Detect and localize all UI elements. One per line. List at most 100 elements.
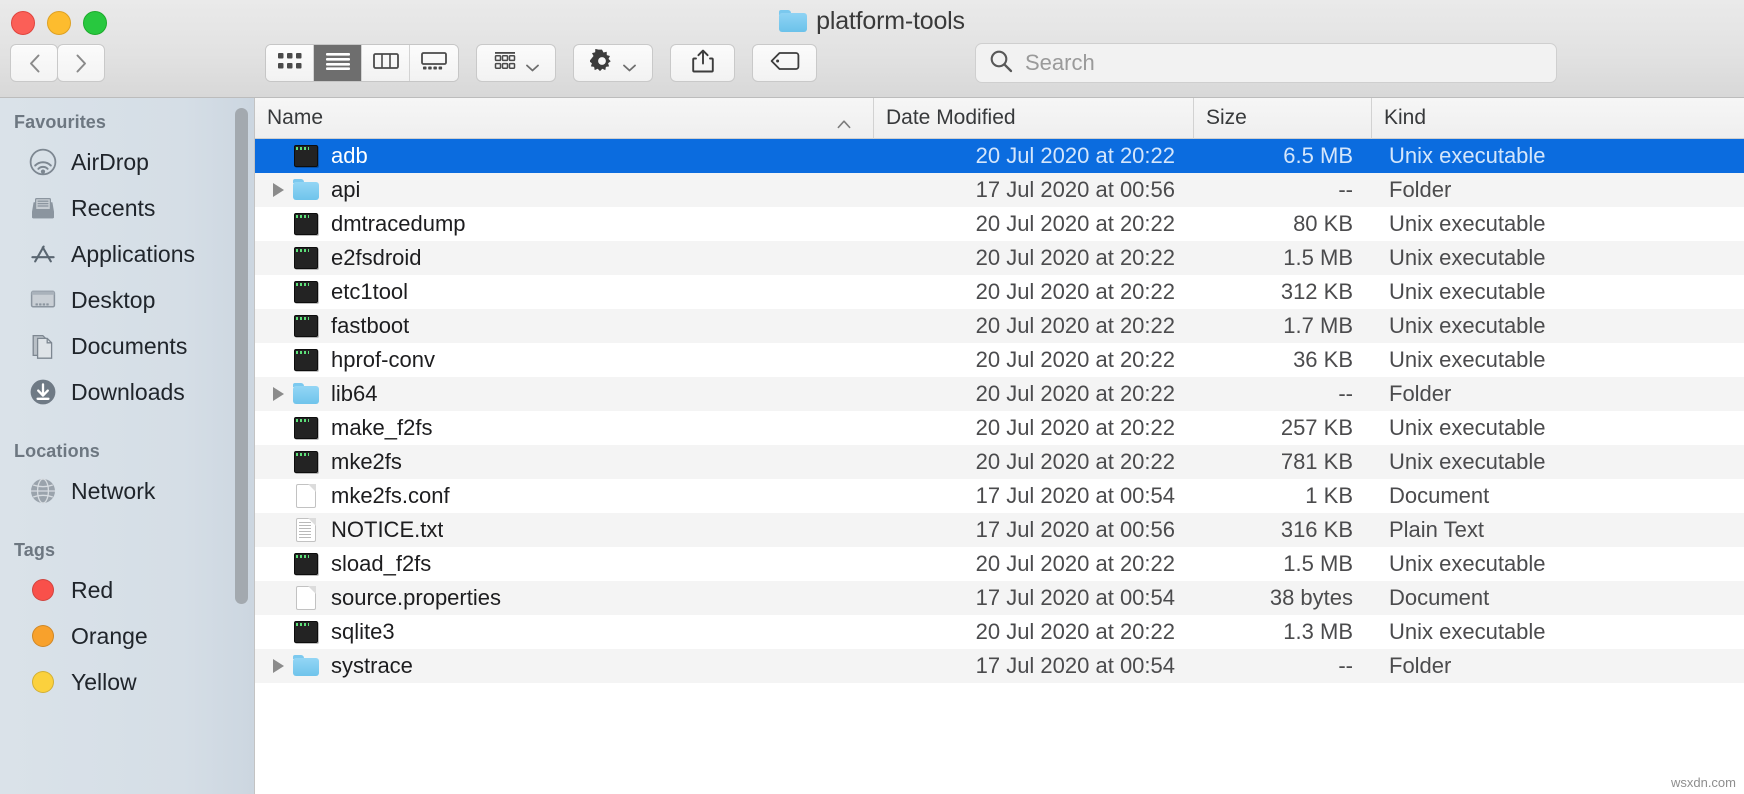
sidebar-item-desktop[interactable]: Desktop [0, 277, 254, 323]
forward-button[interactable] [57, 44, 105, 82]
file-date-cell: 20 Jul 2020 at 20:22 [873, 143, 1193, 169]
file-name: source.properties [331, 585, 501, 611]
table-row[interactable]: fastboot20 Jul 2020 at 20:221.7 MBUnix e… [255, 309, 1744, 343]
column-view-button[interactable] [362, 45, 410, 81]
sidebar-item-downloads[interactable]: Downloads [0, 369, 254, 415]
column-header-name[interactable]: Name [255, 98, 873, 139]
table-row[interactable]: NOTICE.txt17 Jul 2020 at 00:56316 KBPlai… [255, 513, 1744, 547]
file-name-cell[interactable]: mke2fs [255, 449, 873, 475]
file-name: hprof-conv [331, 347, 435, 373]
file-name-cell[interactable]: lib64 [255, 381, 873, 407]
file-kind-cell: Unix executable [1371, 619, 1744, 645]
table-row[interactable]: etc1tool20 Jul 2020 at 20:22312 KBUnix e… [255, 275, 1744, 309]
disclosure-triangle-icon[interactable] [263, 387, 293, 401]
grid-icon [277, 52, 303, 75]
table-row[interactable]: source.properties17 Jul 2020 at 00:5438 … [255, 581, 1744, 615]
file-date-cell: 20 Jul 2020 at 20:22 [873, 279, 1193, 305]
table-row[interactable]: mke2fs.conf17 Jul 2020 at 00:541 KBDocum… [255, 479, 1744, 513]
share-button[interactable] [670, 44, 735, 82]
sidebar-item-tag-yellow[interactable]: Yellow [0, 659, 254, 705]
table-row[interactable]: api17 Jul 2020 at 00:56--Folder [255, 173, 1744, 207]
file-name-cell[interactable]: NOTICE.txt [255, 517, 873, 543]
unix-executable-icon [293, 212, 319, 236]
table-row[interactable]: adb20 Jul 2020 at 20:226.5 MBUnix execut… [255, 139, 1744, 173]
unix-executable-icon [293, 280, 319, 304]
search-input[interactable]: Search [975, 43, 1557, 83]
caret-up-icon [837, 111, 851, 121]
sidebar-item-label: Recents [71, 195, 155, 222]
window-toolbar: platform-tools [0, 0, 1744, 98]
file-name-cell[interactable]: hprof-conv [255, 347, 873, 373]
file-name-cell[interactable]: make_f2fs [255, 415, 873, 441]
table-row[interactable]: dmtracedump20 Jul 2020 at 20:2280 KBUnix… [255, 207, 1744, 241]
tag-button[interactable] [752, 44, 817, 82]
file-name-cell[interactable]: adb [255, 143, 873, 169]
back-button[interactable] [10, 44, 58, 82]
network-icon [29, 477, 57, 505]
sidebar-item-recents[interactable]: Recents [0, 185, 254, 231]
search-placeholder: Search [1025, 50, 1095, 76]
sidebar-item-label: Yellow [71, 669, 137, 696]
column-header-size[interactable]: Size [1193, 98, 1371, 139]
table-row[interactable]: make_f2fs20 Jul 2020 at 20:22257 KBUnix … [255, 411, 1744, 445]
file-kind-cell: Unix executable [1371, 313, 1744, 339]
watermark: wsxdn.com [1671, 775, 1736, 790]
icon-view-button[interactable] [266, 45, 314, 81]
file-name-cell[interactable]: mke2fs.conf [255, 483, 873, 509]
tag-dot-icon [29, 622, 57, 650]
table-row[interactable]: hprof-conv20 Jul 2020 at 20:2236 KBUnix … [255, 343, 1744, 377]
unix-executable-icon [293, 620, 319, 644]
file-kind-cell: Unix executable [1371, 551, 1744, 577]
view-mode-segmented-control[interactable] [265, 44, 459, 82]
file-name-cell[interactable]: e2fsdroid [255, 245, 873, 271]
unix-executable-icon [293, 552, 319, 576]
file-name-cell[interactable]: sqlite3 [255, 619, 873, 645]
file-name-cell[interactable]: fastboot [255, 313, 873, 339]
table-row[interactable]: sqlite320 Jul 2020 at 20:221.3 MBUnix ex… [255, 615, 1744, 649]
file-name-cell[interactable]: sload_f2fs [255, 551, 873, 577]
table-row[interactable]: mke2fs20 Jul 2020 at 20:22781 KBUnix exe… [255, 445, 1744, 479]
sidebar-item-label: Applications [71, 241, 195, 268]
gallery-view-button[interactable] [410, 45, 458, 81]
file-date-cell: 17 Jul 2020 at 00:54 [873, 483, 1193, 509]
chevron-right-icon [76, 54, 87, 73]
file-kind-cell: Document [1371, 483, 1744, 509]
table-row[interactable]: e2fsdroid20 Jul 2020 at 20:221.5 MBUnix … [255, 241, 1744, 275]
sidebar-item-documents[interactable]: Documents [0, 323, 254, 369]
file-date-cell: 20 Jul 2020 at 20:22 [873, 415, 1193, 441]
sidebar-scrollbar[interactable] [235, 108, 248, 604]
gear-icon [590, 49, 614, 78]
file-name-cell[interactable]: api [255, 177, 873, 203]
action-menu-button[interactable] [573, 44, 653, 82]
file-name-cell[interactable]: systrace [255, 653, 873, 679]
group-by-button[interactable] [476, 44, 556, 82]
file-kind-cell: Folder [1371, 653, 1744, 679]
disclosure-triangle-icon[interactable] [263, 659, 293, 673]
file-size-cell: 1.7 MB [1193, 313, 1371, 339]
unix-executable-icon [293, 348, 319, 372]
file-name-cell[interactable]: dmtracedump [255, 211, 873, 237]
disclosure-triangle-icon[interactable] [263, 183, 293, 197]
file-name-cell[interactable]: etc1tool [255, 279, 873, 305]
table-row[interactable]: lib6420 Jul 2020 at 20:22--Folder [255, 377, 1744, 411]
file-date-cell: 20 Jul 2020 at 20:22 [873, 211, 1193, 237]
tag-dot-icon [29, 576, 57, 604]
list-view-button[interactable] [314, 45, 362, 81]
file-size-cell: 38 bytes [1193, 585, 1371, 611]
table-row[interactable]: sload_f2fs20 Jul 2020 at 20:221.5 MBUnix… [255, 547, 1744, 581]
file-size-cell: -- [1193, 177, 1371, 203]
file-name: adb [331, 143, 368, 169]
sidebar-item-tag-red[interactable]: Red [0, 567, 254, 613]
column-header-date-modified[interactable]: Date Modified [873, 98, 1193, 139]
sidebar-item-airdrop[interactable]: AirDrop [0, 139, 254, 185]
sidebar-item-tag-orange[interactable]: Orange [0, 613, 254, 659]
file-kind-cell: Unix executable [1371, 245, 1744, 271]
table-row[interactable]: systrace17 Jul 2020 at 00:54--Folder [255, 649, 1744, 683]
file-name-cell[interactable]: source.properties [255, 585, 873, 611]
file-size-cell: 80 KB [1193, 211, 1371, 237]
tag-dot-icon [29, 668, 57, 696]
column-header-kind[interactable]: Kind [1371, 98, 1744, 139]
file-date-cell: 20 Jul 2020 at 20:22 [873, 245, 1193, 271]
sidebar-item-applications[interactable]: Applications [0, 231, 254, 277]
sidebar-item-network[interactable]: Network [0, 468, 254, 514]
